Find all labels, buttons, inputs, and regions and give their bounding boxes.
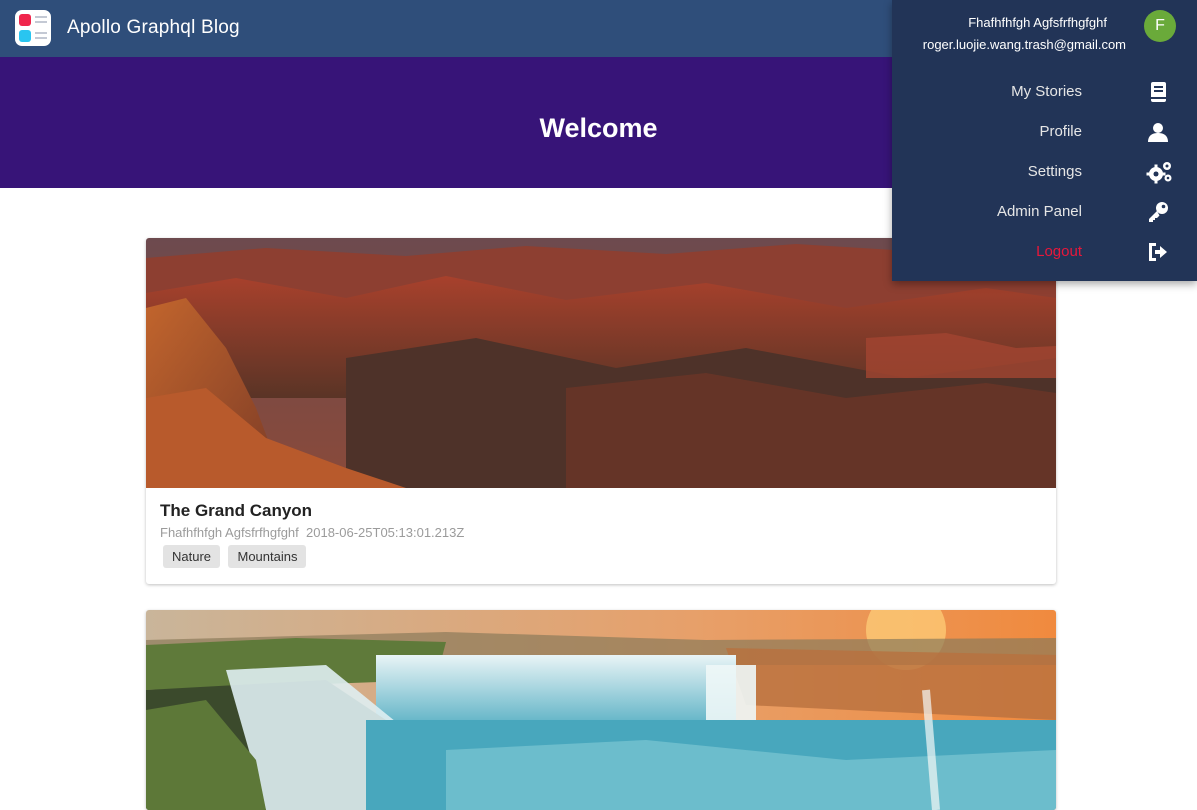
book-icon [1146,80,1170,104]
menu-item-label: My Stories [1011,83,1082,100]
menu-item-label: Settings [1027,163,1082,180]
user-icon [1146,120,1170,144]
user-email: roger.luojie.wang.trash@gmail.com [922,37,1126,52]
user-name: Fhafhfhfgh Agfsfrfhgfghf [968,15,1107,30]
app-title[interactable]: Apollo Graphql Blog [67,17,240,39]
gears-icon [1146,160,1172,184]
story-card[interactable]: The Grand Canyon Fhafhfhfgh Agfsfrfhgfgh… [146,238,1056,584]
menu-item-logout[interactable]: Logout [892,232,1197,272]
menu-item-admin-panel[interactable]: Admin Panel [892,192,1197,232]
avatar[interactable]: F [1144,10,1176,42]
menu-item-profile[interactable]: Profile [892,112,1197,152]
story-title[interactable]: The Grand Canyon [160,501,312,521]
story-meta: Fhafhfhfgh Agfsfrfhgfghf 2018-06-25T05:1… [160,525,464,540]
tag-chip[interactable]: Mountains [228,545,307,568]
menu-item-label: Admin Panel [996,203,1082,220]
user-menu: Fhafhfhfgh Agfsfrfhgfghf roger.luojie.wa… [892,0,1197,281]
story-card[interactable] [146,610,1056,810]
menu-item-label: Logout [1036,243,1082,260]
sign-out-icon [1146,240,1170,264]
story-author: Fhafhfhfgh Agfsfrfhgfghf [160,525,299,540]
menu-item-my-stories[interactable]: My Stories [892,72,1197,112]
app-logo-icon[interactable] [15,10,51,46]
menu-item-label: Profile [1039,123,1082,140]
menu-item-settings[interactable]: Settings [892,152,1197,192]
tag-chip[interactable]: Nature [163,545,221,568]
waterfall-sunset-photo[interactable] [146,610,1056,810]
key-icon [1146,200,1170,224]
story-tags: Nature Mountains [163,545,310,568]
story-date: 2018-06-25T05:13:01.213Z [306,525,465,540]
